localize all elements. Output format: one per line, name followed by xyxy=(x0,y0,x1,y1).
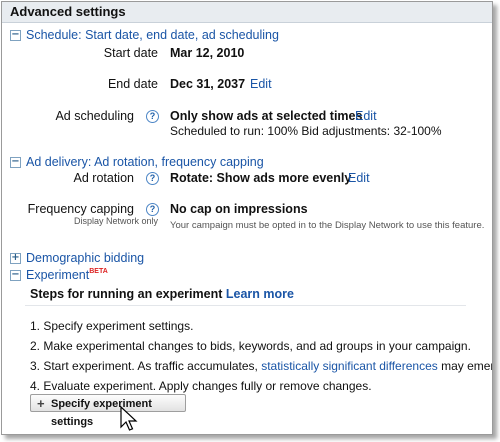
start-date-value: Mar 12, 2010 xyxy=(170,46,245,60)
plus-icon: + xyxy=(37,396,45,411)
collapse-delivery-icon[interactable]: − xyxy=(10,157,21,168)
start-date-label: Start date xyxy=(103,46,158,60)
significant-differences-link[interactable]: statistically significant differences xyxy=(261,359,438,373)
frequency-capping-label: Frequency capping xyxy=(27,202,134,216)
experiment-section-label[interactable]: Experiment xyxy=(26,268,89,282)
step-3-suffix: may emerge. xyxy=(441,359,492,373)
ad-scheduling-edit-link[interactable]: Edit xyxy=(355,109,377,123)
frequency-capping-note: Your campaign must be opted in to the Di… xyxy=(170,220,485,231)
end-date-edit-link[interactable]: Edit xyxy=(250,77,272,91)
experiment-step-3: 3. Start experiment. As traffic accumula… xyxy=(30,359,492,373)
experiment-step-1: 1. Specify experiment settings. xyxy=(30,319,194,333)
end-date-value: Dec 31, 2037 xyxy=(170,77,246,91)
mouse-pointer-icon xyxy=(120,406,138,431)
ad-rotation-value: Rotate: Show ads more evenly xyxy=(170,171,352,185)
schedule-section-link[interactable]: Schedule: Start date, end date, ad sched… xyxy=(26,28,279,42)
ad-scheduling-label: Ad scheduling xyxy=(55,109,134,123)
steps-heading-text: Steps for running an experiment xyxy=(30,287,223,301)
specify-experiment-settings-button[interactable]: + Specify experiment settings xyxy=(30,394,186,428)
experiment-divider xyxy=(25,305,466,306)
ad-rotation-edit-link[interactable]: Edit xyxy=(348,171,370,185)
experiment-step-4: 4. Evaluate experiment. Apply changes fu… xyxy=(30,379,372,393)
panel-title: Advanced settings xyxy=(2,2,492,23)
demographic-bidding-section-link[interactable]: Demographic bidding xyxy=(26,251,144,265)
beta-badge: BETA xyxy=(89,268,108,275)
advanced-settings-panel: Advanced settings − Schedule: Start date… xyxy=(1,1,493,435)
ad-delivery-section-link[interactable]: Ad delivery: Ad rotation, frequency capp… xyxy=(26,155,264,169)
collapse-schedule-icon[interactable]: − xyxy=(10,30,21,41)
collapse-experiment-icon[interactable]: − xyxy=(10,270,21,281)
ad-scheduling-value: Only show ads at selected times xyxy=(170,109,363,123)
frequency-capping-help-icon[interactable]: ? xyxy=(146,203,159,216)
frequency-capping-sublabel: Display Network only xyxy=(73,216,158,226)
expand-demographic-icon[interactable]: + xyxy=(10,253,21,264)
ad-scheduling-detail: Scheduled to run: 100% Bid adjustments: … xyxy=(170,124,442,138)
learn-more-link[interactable]: Learn more xyxy=(226,287,294,301)
ad-scheduling-help-icon[interactable]: ? xyxy=(146,110,159,123)
ad-rotation-label: Ad rotation xyxy=(73,171,134,185)
experiment-section-link[interactable]: ExperimentBETA xyxy=(26,268,108,282)
ad-rotation-help-icon[interactable]: ? xyxy=(146,172,159,185)
step-3-prefix: 3. Start experiment. As traffic accumula… xyxy=(30,359,262,373)
frequency-capping-value: No cap on impressions xyxy=(170,202,308,216)
experiment-steps-heading: Steps for running an experiment Learn mo… xyxy=(30,287,294,301)
experiment-step-2: 2. Make experimental changes to bids, ke… xyxy=(30,339,471,353)
end-date-label: End date xyxy=(107,77,158,91)
